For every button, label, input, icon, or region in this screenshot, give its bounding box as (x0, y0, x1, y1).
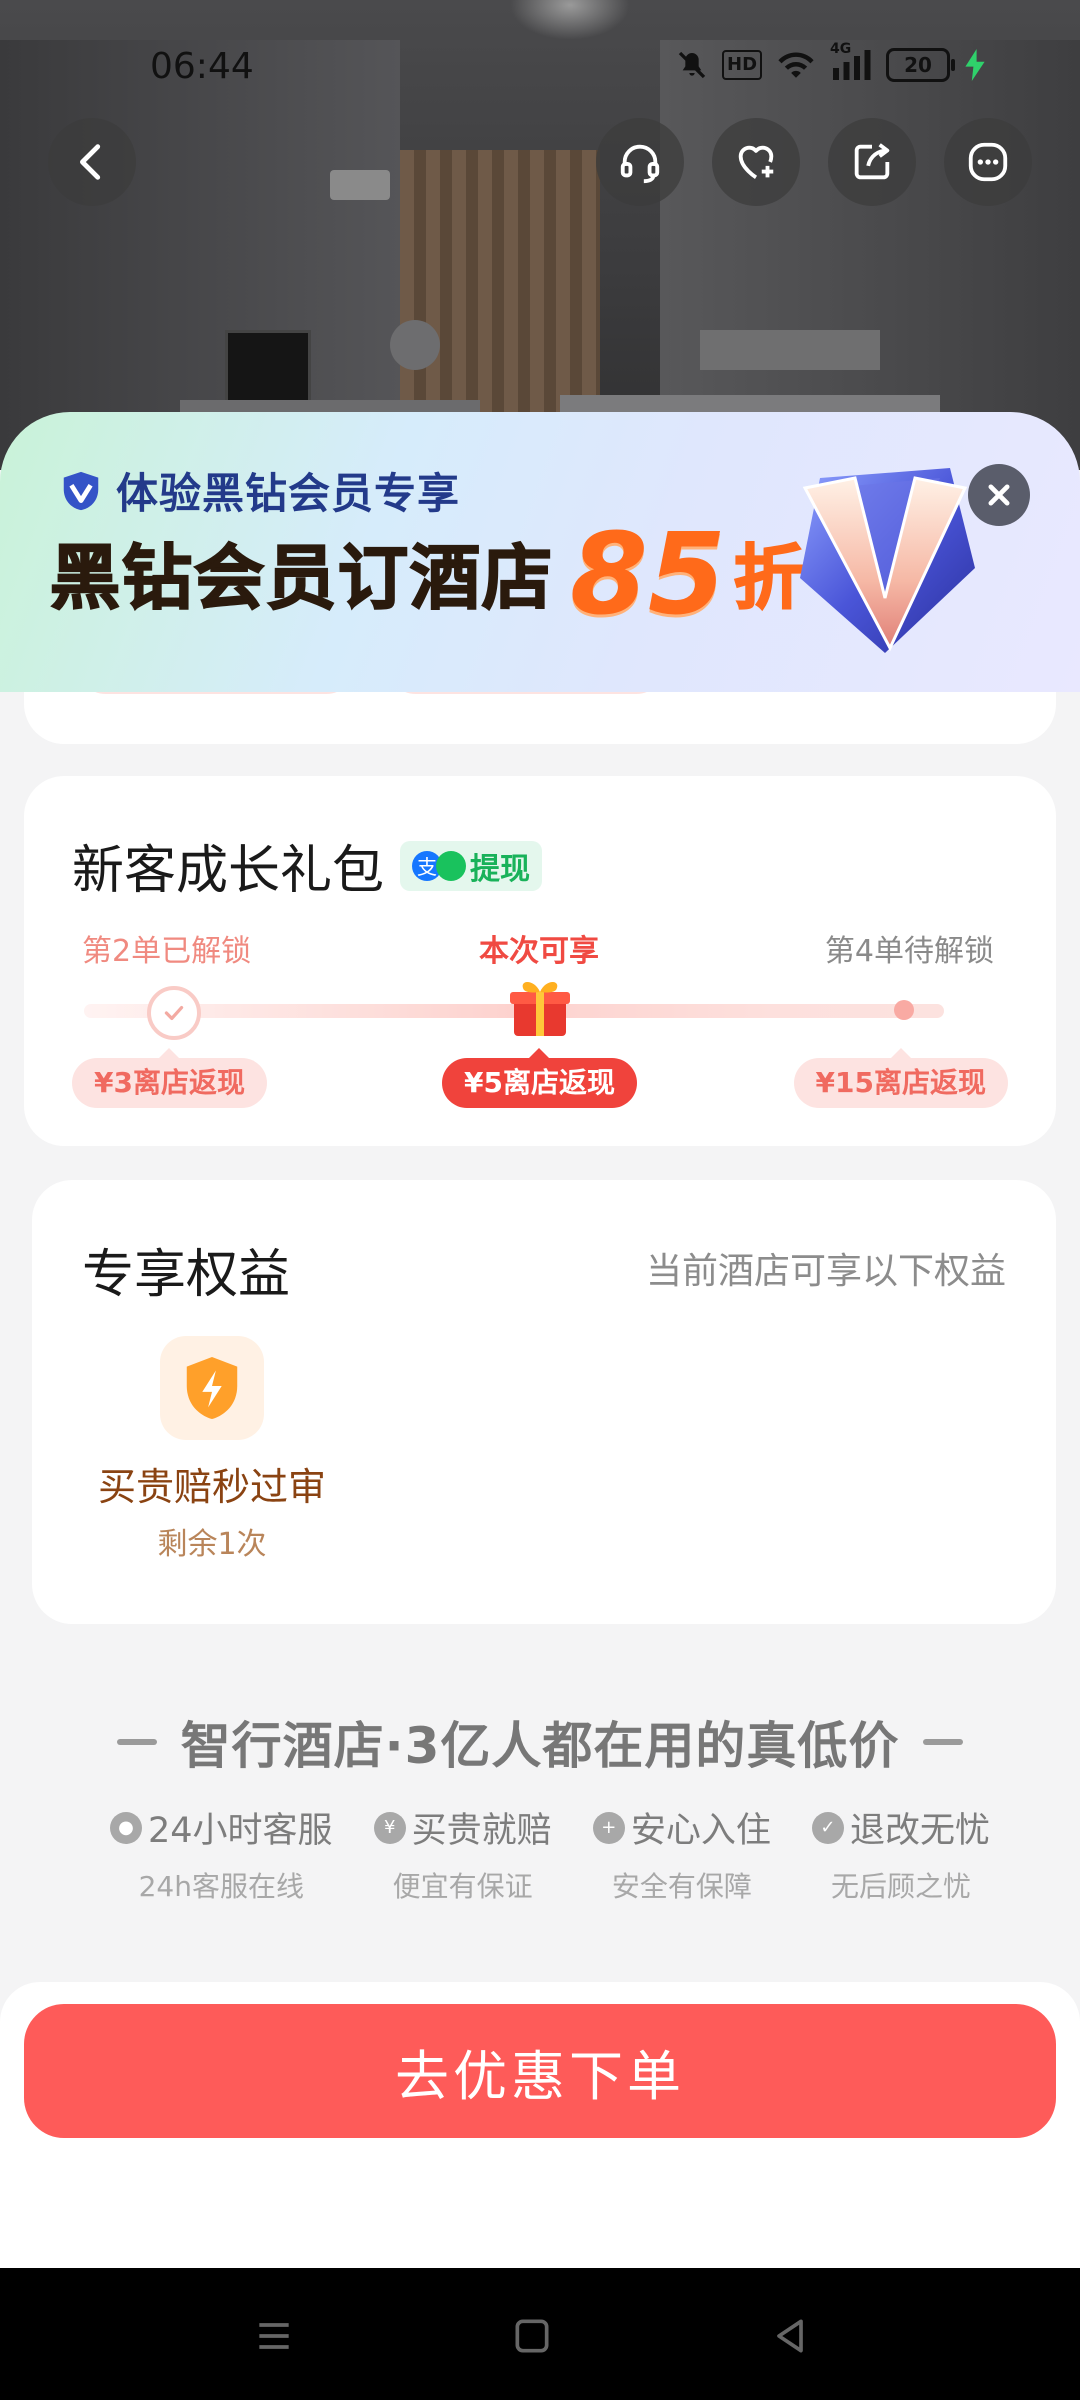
status-icons: HD 4G 20 (676, 41, 986, 82)
step-label-done: 第2单已解锁 (82, 934, 252, 969)
status-bar: 06:44 HD 4G 20 (0, 30, 1080, 110)
assurance-subtitle: 无后顾之忧 (830, 1870, 971, 1903)
assurance-subtitle: 24h客服在线 (138, 1870, 304, 1903)
system-navigation-bar (0, 2268, 1080, 2400)
benefits-title: 专享权益 (82, 1245, 291, 1305)
new-customer-gift-card: 新客成长礼包 支 提现 第2单已解锁 本次可享 第4单待解锁 ¥3离店返现 ¥5… (24, 776, 1056, 1146)
benefit-item[interactable]: 买贵赔秒过审 剩余1次 (92, 1336, 332, 1563)
system-back-button[interactable] (762, 2308, 818, 2364)
slogan-divider-left (116, 1739, 157, 1745)
hd-icon: HD (722, 50, 763, 80)
assurance-subtitle: 安全有保障 (611, 1870, 752, 1903)
assurance-title: 退改无忧 (849, 1811, 990, 1851)
step-done-node (147, 986, 201, 1040)
banner-subtitle-row: 体验黑钻会员专享 (58, 460, 460, 521)
slogan: 智行酒店·3亿人都在用的真低价 (0, 1706, 1080, 1778)
assurance-list: ● 24小时客服 24h客服在线 ¥ 买贵就赔 便宜有保证 + 安心入住 安全有保障 … (110, 1802, 990, 1905)
wifi-icon (776, 49, 816, 81)
benefits-note: 当前酒店可享以下权益 (645, 1251, 1006, 1292)
assurance-subtitle: 便宜有保证 (392, 1870, 533, 1903)
assurance-item: ● 24小时客服 24h客服在线 (110, 1802, 333, 1905)
banner-title-row: 黑钻会员订酒店 85 折 (49, 510, 805, 640)
slogan-divider-right (923, 1739, 964, 1745)
reward-pill-locked: ¥15离店返现 (793, 1048, 1008, 1108)
black-diamond-promo-banner[interactable]: 体验黑钻会员专享 黑钻会员订酒店 85 折 (0, 412, 1080, 692)
check-icon (164, 1005, 184, 1021)
back-button[interactable] (48, 118, 136, 206)
benefit-name: 买贵赔秒过审 (97, 1465, 326, 1509)
wall-board (700, 330, 880, 370)
curtain (400, 150, 600, 420)
banner-title: 黑钻会员订酒店 (49, 536, 554, 620)
recent-apps-button[interactable] (246, 2308, 302, 2364)
more-icon (968, 142, 1008, 182)
assurance-title: 买贵就赔 (411, 1811, 552, 1851)
menu-icon (259, 2323, 289, 2349)
headset-icon (620, 144, 660, 184)
step-locked-node (894, 1000, 914, 1020)
assurance-item: ✓ 退改无忧 无后顾之忧 (811, 1802, 990, 1905)
favorite-button[interactable] (712, 118, 800, 206)
reward-pill-done: ¥3离店返现 (72, 1048, 267, 1108)
wechat-pay-icon (436, 850, 467, 881)
step-label-current: 本次可享 (479, 934, 599, 969)
vip-shield-icon (63, 471, 99, 510)
benefit-icon-container (160, 1336, 264, 1440)
step-label-locked: 第4单待解锁 (824, 934, 994, 969)
more-button[interactable] (944, 118, 1032, 206)
air-conditioner (330, 170, 390, 200)
mute-icon (676, 49, 708, 81)
banner-discount: 85 (570, 510, 726, 640)
order-with-discount-button[interactable]: 去优惠下单 (24, 2004, 1056, 2138)
check-shield-icon: ✓ (811, 1811, 844, 1844)
gift-header: 新客成长礼包 支 提现 (72, 828, 543, 903)
assurance-item: ¥ 买贵就赔 便宜有保证 (373, 1802, 552, 1905)
assurance-title: 安心入住 (630, 1811, 771, 1851)
favorite-add-icon (738, 145, 774, 179)
share-button[interactable] (828, 118, 916, 206)
shield-lightning-icon (186, 1356, 238, 1420)
clock: 06:44 (150, 46, 254, 87)
benefit-remaining: 剩余1次 (157, 1527, 267, 1562)
share-icon (854, 143, 890, 180)
gift-title: 新客成长礼包 (72, 841, 385, 901)
banner-subtitle: 体验黑钻会员专享 (116, 469, 461, 518)
fan (390, 320, 440, 370)
yen-shield-icon: ¥ (373, 1811, 406, 1844)
slogan-text: 智行酒店·3亿人都在用的真低价 (180, 1717, 900, 1775)
customer-service-button[interactable] (596, 118, 684, 206)
diamond-gem-icon (800, 468, 975, 653)
battery-icon: 20 (886, 48, 956, 82)
charging-icon (964, 49, 986, 81)
reward-pill-current: ¥5离店返现 (442, 1048, 637, 1108)
back-icon (80, 144, 101, 180)
gift-box-icon (510, 982, 570, 1036)
assurance-title: 24小时客服 (148, 1811, 333, 1851)
payment-icons: 支 (412, 850, 467, 881)
person-icon: ● (110, 1811, 142, 1844)
home-button[interactable] (504, 2308, 560, 2364)
cellular-icon: 4G (830, 41, 872, 81)
exclusive-benefits-card: 专享权益 当前酒店可享以下权益 买贵赔秒过审 剩余1次 (32, 1180, 1056, 1624)
withdraw-label: 提现 (470, 851, 531, 887)
banner-close-button[interactable] (968, 464, 1030, 526)
plus-shield-icon: + (592, 1811, 625, 1844)
close-icon (988, 484, 1010, 506)
withdraw-badge: 支 提现 (400, 840, 543, 891)
home-square-icon (515, 2319, 549, 2353)
assurance-item: + 安心入住 安全有保障 (592, 1802, 771, 1905)
back-triangle-icon (777, 2319, 803, 2353)
network-type-label: 4G (830, 41, 852, 57)
